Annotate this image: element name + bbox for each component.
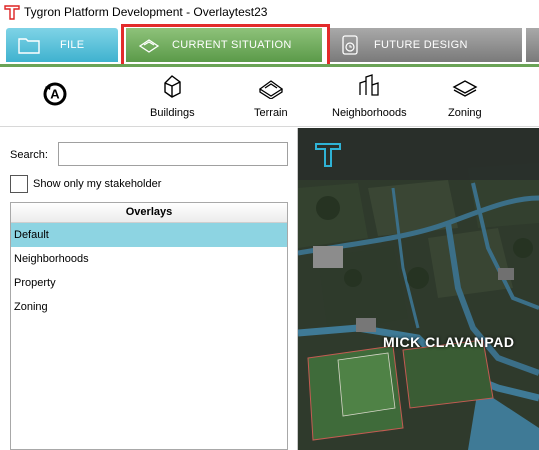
- tygron-map-logo-icon: [315, 143, 341, 167]
- stakeholder-checkbox[interactable]: [10, 175, 28, 193]
- overlays-header: Overlays: [11, 203, 287, 223]
- title-bar: Tygron Platform Development - Overlaytes…: [0, 0, 539, 24]
- toolbar-terrain[interactable]: Terrain: [254, 73, 288, 119]
- toolbar-neighborhoods-label: Neighborhoods: [332, 107, 407, 119]
- tab-current-situation[interactable]: CURRENT SITUATION: [126, 28, 322, 62]
- window-title: Tygron Platform Development - Overlaytes…: [24, 5, 268, 19]
- map-area-label: MICK CLAVANPAD: [383, 334, 515, 350]
- terrain-icon: [258, 80, 283, 99]
- stakeholder-checkbox-label: Show only my stakeholder: [33, 178, 162, 190]
- undo-button[interactable]: A: [42, 81, 68, 107]
- undo-icon: A: [43, 82, 67, 106]
- tab-current-situation-label: CURRENT SITUATION: [172, 39, 292, 51]
- stakeholder-filter[interactable]: Show only my stakeholder: [10, 175, 161, 193]
- neighborhoods-icon: [359, 74, 379, 96]
- toolbar-zoning[interactable]: Zoning: [448, 73, 482, 119]
- toolbar-zoning-label: Zoning: [448, 107, 482, 119]
- buildings-icon: [164, 75, 182, 98]
- toolbar-terrain-label: Terrain: [254, 107, 288, 119]
- overlay-panel: Search: Show only my stakeholder Overlay…: [0, 128, 298, 450]
- tab-overflow[interactable]: [526, 28, 539, 62]
- tab-future-design-label: FUTURE DESIGN: [374, 39, 468, 51]
- tab-strip: FILE CURRENT SITUATION FUTURE DESIGN: [0, 24, 539, 66]
- stopwatch-icon: [342, 35, 358, 55]
- overlay-item-zoning[interactable]: Zoning: [11, 295, 287, 319]
- tab-file[interactable]: FILE: [6, 28, 118, 62]
- overlays-list: Overlays Default Neighborhoods Property …: [10, 202, 288, 450]
- tygron-logo-icon: [4, 5, 20, 20]
- overlay-item-neighborhoods[interactable]: Neighborhoods: [11, 247, 287, 271]
- overlay-item-property[interactable]: Property: [11, 271, 287, 295]
- overlay-item-default[interactable]: Default: [11, 223, 287, 247]
- svg-text:A: A: [50, 87, 60, 102]
- toolbar-buildings[interactable]: Buildings: [150, 73, 195, 119]
- zoning-icon: [452, 80, 478, 97]
- current-situation-icon: [138, 39, 160, 53]
- tab-future-design[interactable]: FUTURE DESIGN: [330, 28, 522, 62]
- toolbar-buildings-label: Buildings: [150, 107, 195, 119]
- map-view[interactable]: MICK CLAVANPAD: [298, 128, 539, 450]
- toolbar-neighborhoods[interactable]: Neighborhoods: [332, 73, 407, 119]
- search-input[interactable]: [58, 142, 288, 166]
- tab-file-label: FILE: [60, 39, 85, 51]
- toolbar: A Buildings Terrain Neighborhoods Zoning: [0, 67, 539, 127]
- search-label: Search:: [10, 149, 48, 161]
- folder-icon: [18, 38, 40, 54]
